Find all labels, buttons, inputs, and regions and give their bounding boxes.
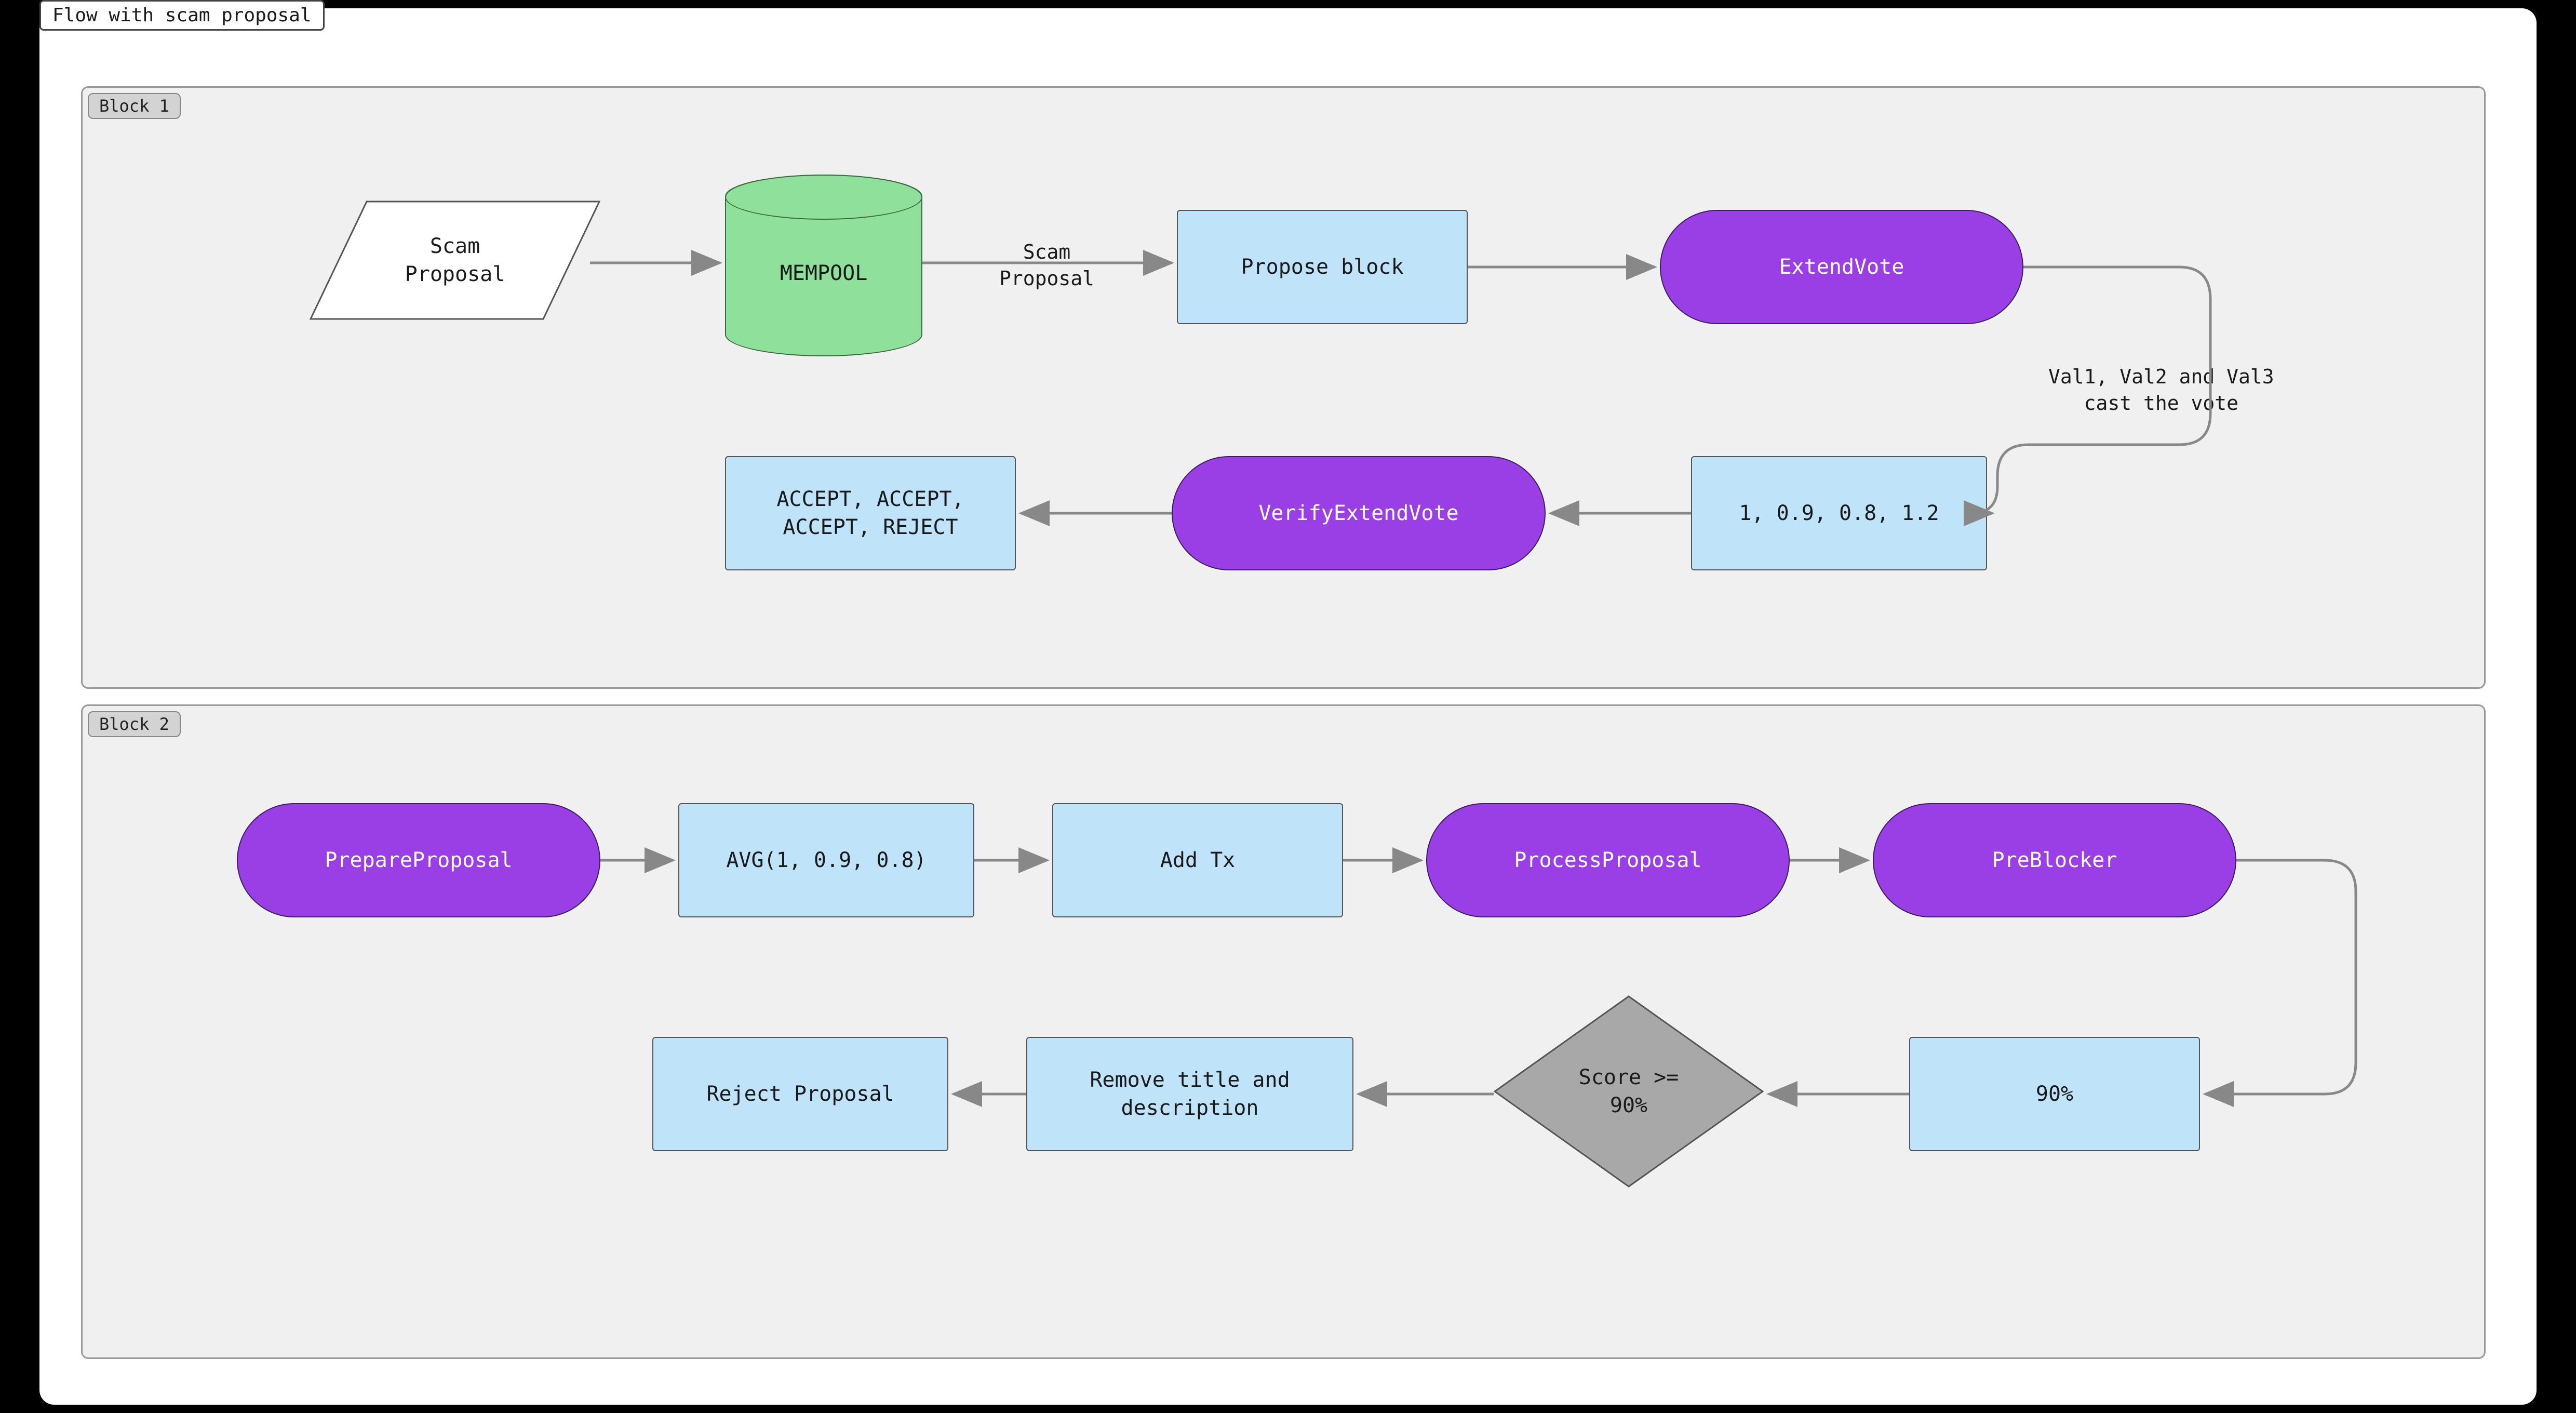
node-mempool-label: MEMPOOL — [780, 261, 868, 285]
node-pre-blocker: PreBlocker — [1873, 803, 2236, 917]
node-reject-proposal-label: Reject Proposal — [706, 1080, 894, 1108]
node-propose-block: Propose block — [1177, 210, 1468, 324]
node-ninety-pct-label: 90% — [2036, 1080, 2073, 1108]
node-prepare-proposal-label: PrepareProposal — [325, 846, 512, 874]
node-propose-block-label: Propose block — [1241, 253, 1403, 281]
node-process-proposal-label: ProcessProposal — [1514, 846, 1701, 874]
node-verify-extend-vote-label: VerifyExtendVote — [1258, 499, 1458, 527]
node-score-ge: Score >= 90% — [1494, 995, 1764, 1188]
diagram-canvas: Block 1 Block 2 Scam Proposal MEMPOOL Pr… — [39, 8, 2537, 1405]
node-add-tx-label: Add Tx — [1160, 846, 1236, 874]
node-scam-proposal: Scam Proposal — [310, 201, 600, 320]
node-remove-title: Remove title and description — [1026, 1037, 1353, 1151]
node-scam-proposal-label: Scam Proposal — [405, 232, 505, 288]
node-extend-vote-label: ExtendVote — [1779, 253, 1904, 281]
node-score-ge-label: Score >= 90% — [1579, 1063, 1679, 1119]
node-ninety-pct: 90% — [1909, 1037, 2200, 1151]
node-reject-proposal: Reject Proposal — [652, 1037, 948, 1151]
node-votes-label: 1, 0.9, 0.8, 1.2 — [1739, 499, 1939, 527]
group-label-block-1: Block 1 — [88, 93, 181, 119]
node-accept-reject: ACCEPT, ACCEPT, ACCEPT, REJECT — [725, 456, 1016, 570]
node-avg: AVG(1, 0.9, 0.8) — [678, 803, 974, 917]
edge-label-scam-proposal: Scam Proposal — [995, 237, 1098, 295]
group-label-block-2: Block 2 — [88, 711, 181, 737]
node-accept-reject-label: ACCEPT, ACCEPT, ACCEPT, REJECT — [776, 485, 964, 541]
node-process-proposal: ProcessProposal — [1426, 803, 1790, 917]
node-remove-title-label: Remove title and description — [1090, 1066, 1290, 1122]
node-prepare-proposal: PrepareProposal — [237, 803, 600, 917]
node-verify-extend-vote: VerifyExtendVote — [1172, 456, 1546, 570]
node-add-tx: Add Tx — [1052, 803, 1343, 917]
node-extend-vote: ExtendVote — [1660, 210, 2023, 324]
diagram-title-tab: Flow with scam proposal — [39, 0, 325, 31]
node-mempool: MEMPOOL — [725, 175, 922, 356]
node-votes: 1, 0.9, 0.8, 1.2 — [1691, 456, 1987, 570]
edge-label-val-cast: Val1, Val2 and Val3 cast the vote — [2044, 362, 2278, 419]
node-avg-label: AVG(1, 0.9, 0.8) — [726, 846, 926, 874]
node-pre-blocker-label: PreBlocker — [1992, 846, 2117, 874]
group-block-2: Block 2 — [81, 704, 2486, 1359]
